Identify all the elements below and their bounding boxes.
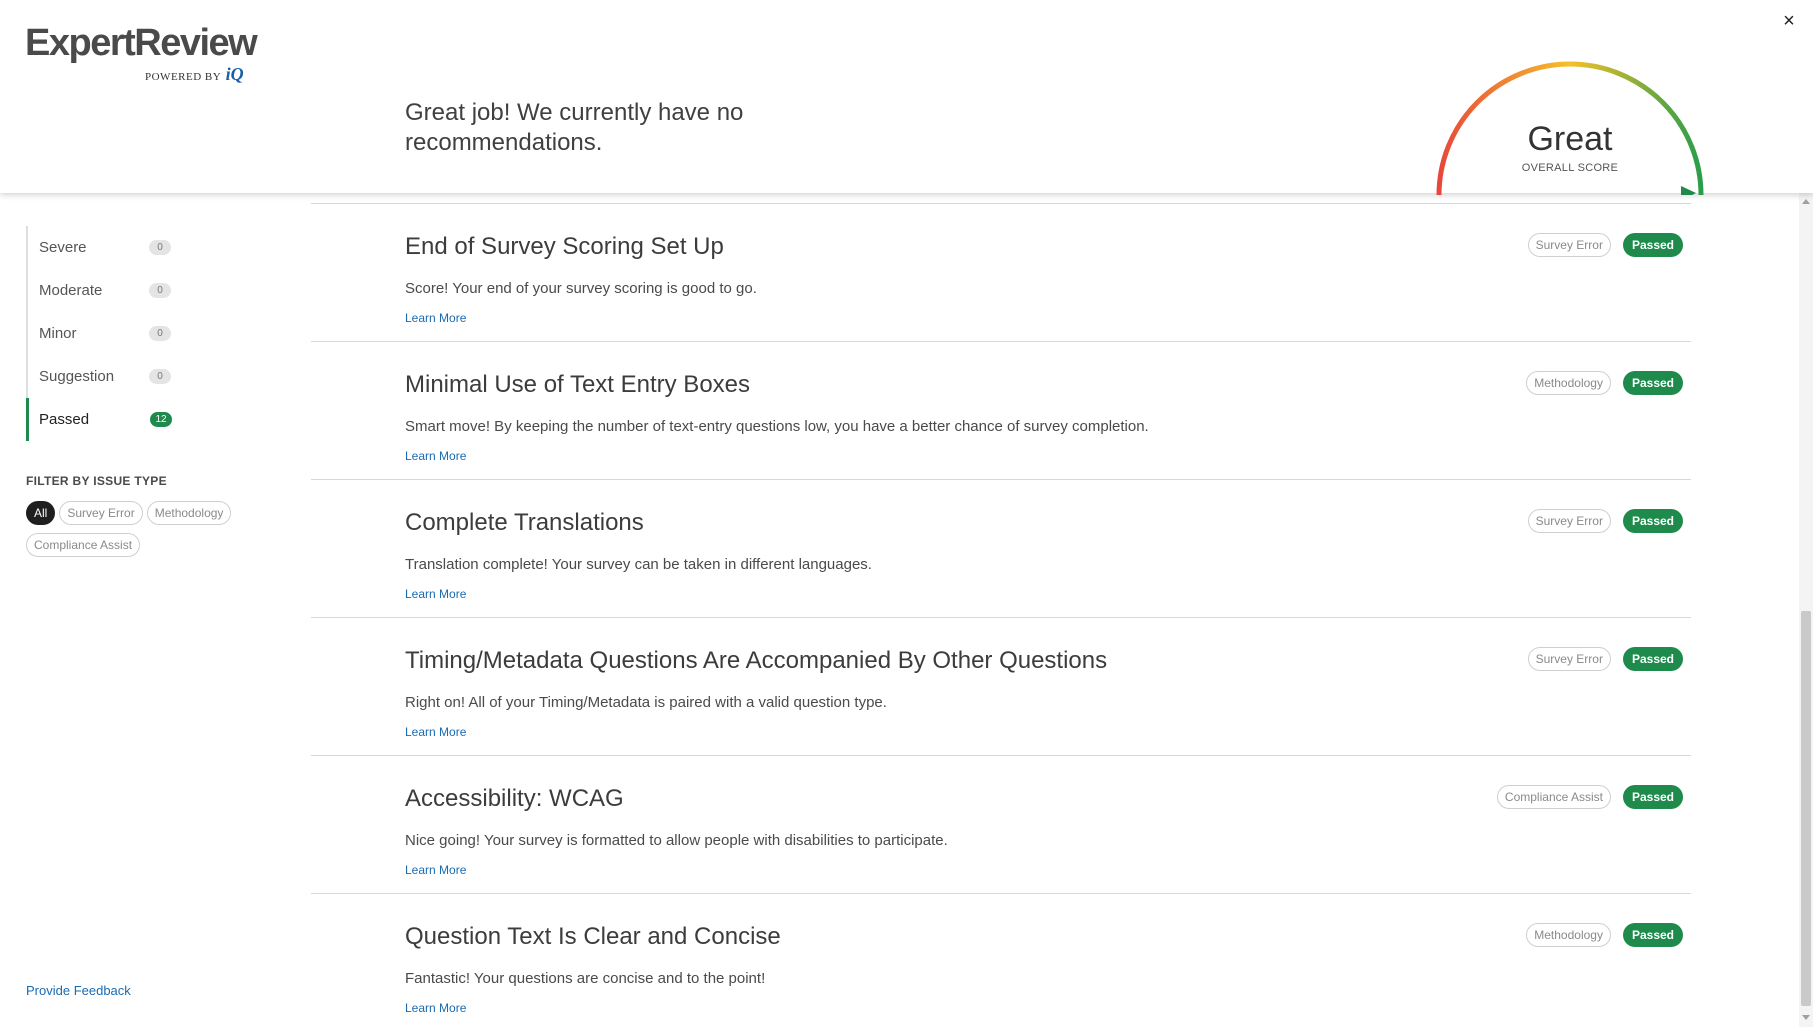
severity-count: 0 bbox=[149, 369, 171, 384]
passed-badge: Passed bbox=[1622, 785, 1683, 809]
logo-wordmark: ExpertReview bbox=[25, 22, 258, 64]
vertical-scrollbar[interactable] bbox=[1799, 193, 1813, 1027]
review-item-description: Smart move! By keeping the number of tex… bbox=[405, 418, 1149, 435]
severity-item-passed[interactable]: Passed 12 bbox=[26, 398, 178, 441]
severity-item-severe[interactable]: Severe 0 bbox=[28, 226, 178, 269]
review-item: Minimal Use of Text Entry Boxes Smart mo… bbox=[311, 342, 1691, 480]
severity-label: Minor bbox=[39, 325, 77, 342]
passed-badge: Passed bbox=[1622, 923, 1683, 947]
review-item: Timing/Metadata Questions Are Accompanie… bbox=[311, 618, 1691, 756]
review-item-title: Question Text Is Clear and Concise bbox=[405, 923, 781, 950]
issue-type-tag: Methodology bbox=[1526, 923, 1611, 947]
filter-chip-methodology[interactable]: Methodology bbox=[146, 501, 232, 525]
close-button[interactable]: × bbox=[1778, 10, 1800, 33]
severity-item-moderate[interactable]: Moderate 0 bbox=[28, 269, 178, 312]
review-item-tags: Survey Error Passed bbox=[1527, 233, 1683, 257]
filter-chip-compliance-assist[interactable]: Compliance Assist bbox=[26, 533, 141, 557]
learn-more-link[interactable]: Learn More bbox=[405, 725, 466, 739]
provide-feedback-link[interactable]: Provide Feedback bbox=[26, 983, 131, 998]
learn-more-link[interactable]: Learn More bbox=[405, 863, 466, 877]
severity-label: Passed bbox=[39, 411, 90, 428]
review-item: Accessibility: WCAG Nice going! Your sur… bbox=[311, 756, 1691, 894]
severity-list: Severe 0 Moderate 0 Minor 0 Suggestion 0… bbox=[26, 226, 178, 441]
review-item-title: Minimal Use of Text Entry Boxes bbox=[405, 371, 751, 398]
issue-type-tag: Survey Error bbox=[1527, 509, 1611, 533]
issue-type-filters: All Survey Error Methodology Compliance Ass… bbox=[26, 501, 266, 565]
score-label: OVERALL SCORE bbox=[1521, 162, 1619, 174]
score-word: Great bbox=[1527, 120, 1613, 158]
review-item: End of Survey Scoring Set Up Score! Your… bbox=[311, 204, 1691, 342]
review-item-description: Translation complete! Your survey can be… bbox=[405, 556, 872, 573]
review-item-description: Nice going! Your survey is formatted to … bbox=[405, 832, 948, 849]
issue-type-tag: Methodology bbox=[1526, 371, 1611, 395]
review-item-tags: Methodology Passed bbox=[1526, 923, 1683, 947]
severity-item-minor[interactable]: Minor 0 bbox=[28, 312, 178, 355]
passed-badge: Passed bbox=[1622, 233, 1683, 257]
review-list: End of Survey Scoring Set Up Score! Your… bbox=[311, 193, 1691, 1031]
review-item-description: Score! Your end of your survey scoring i… bbox=[405, 280, 757, 297]
review-item-tags: Survey Error Passed bbox=[1527, 509, 1683, 533]
review-item-tags: Methodology Passed bbox=[1526, 371, 1683, 395]
gauge-needle-marker bbox=[1681, 186, 1696, 195]
review-item: Complete Translations Translation comple… bbox=[311, 480, 1691, 618]
review-item-tags: Survey Error Passed bbox=[1527, 647, 1683, 671]
severity-count: 0 bbox=[149, 240, 171, 255]
review-item-title: Timing/Metadata Questions Are Accompanie… bbox=[405, 647, 1108, 674]
learn-more-link[interactable]: Learn More bbox=[405, 311, 466, 325]
scrollbar-thumb[interactable] bbox=[1801, 611, 1811, 1006]
review-item-title: Accessibility: WCAG bbox=[405, 785, 624, 812]
severity-label: Moderate bbox=[39, 282, 103, 299]
passed-badge: Passed bbox=[1622, 647, 1683, 671]
issue-type-tag: Survey Error bbox=[1527, 233, 1611, 257]
review-item-title: Complete Translations bbox=[405, 509, 644, 536]
filter-chip-survey-error[interactable]: Survey Error bbox=[59, 501, 143, 525]
severity-count: 0 bbox=[149, 283, 171, 298]
learn-more-link[interactable]: Learn More bbox=[405, 1001, 466, 1015]
learn-more-link[interactable]: Learn More bbox=[405, 449, 466, 463]
passed-badge: Passed bbox=[1622, 371, 1683, 395]
header: ExpertReview POWERED BY iQ Great job! We… bbox=[0, 0, 1813, 195]
review-item-tags: Compliance Assist Passed bbox=[1496, 785, 1683, 809]
review-item: Question Text Is Clear and Concise Fanta… bbox=[311, 894, 1691, 1031]
learn-more-link[interactable]: Learn More bbox=[405, 587, 466, 601]
recommendation-message: Great job! We currently have no recommen… bbox=[405, 99, 744, 156]
severity-count: 0 bbox=[149, 326, 171, 341]
iq-logo: iQ bbox=[225, 64, 244, 84]
scroll-up-arrow-icon[interactable] bbox=[1802, 199, 1810, 204]
filter-title: FILTER BY ISSUE TYPE bbox=[26, 474, 167, 488]
review-item-description: Fantastic! Your questions are concise an… bbox=[405, 970, 766, 987]
severity-item-suggestion[interactable]: Suggestion 0 bbox=[28, 355, 178, 398]
filter-chip-all[interactable]: All bbox=[26, 501, 56, 525]
powered-by-label: POWERED BY bbox=[145, 71, 222, 83]
issue-type-tag: Survey Error bbox=[1527, 647, 1611, 671]
passed-badge: Passed bbox=[1622, 509, 1683, 533]
severity-label: Suggestion bbox=[39, 368, 115, 385]
scroll-down-arrow-icon[interactable] bbox=[1802, 1015, 1810, 1020]
powered-by: POWERED BY iQ bbox=[145, 64, 244, 85]
severity-label: Severe bbox=[39, 239, 87, 256]
review-item-description: Right on! All of your Timing/Metadata is… bbox=[405, 694, 887, 711]
expertreview-logo: ExpertReview POWERED BY iQ bbox=[25, 22, 258, 84]
review-item-title: End of Survey Scoring Set Up bbox=[405, 233, 724, 260]
issue-type-tag: Compliance Assist bbox=[1496, 785, 1611, 809]
severity-count: 12 bbox=[150, 412, 172, 427]
